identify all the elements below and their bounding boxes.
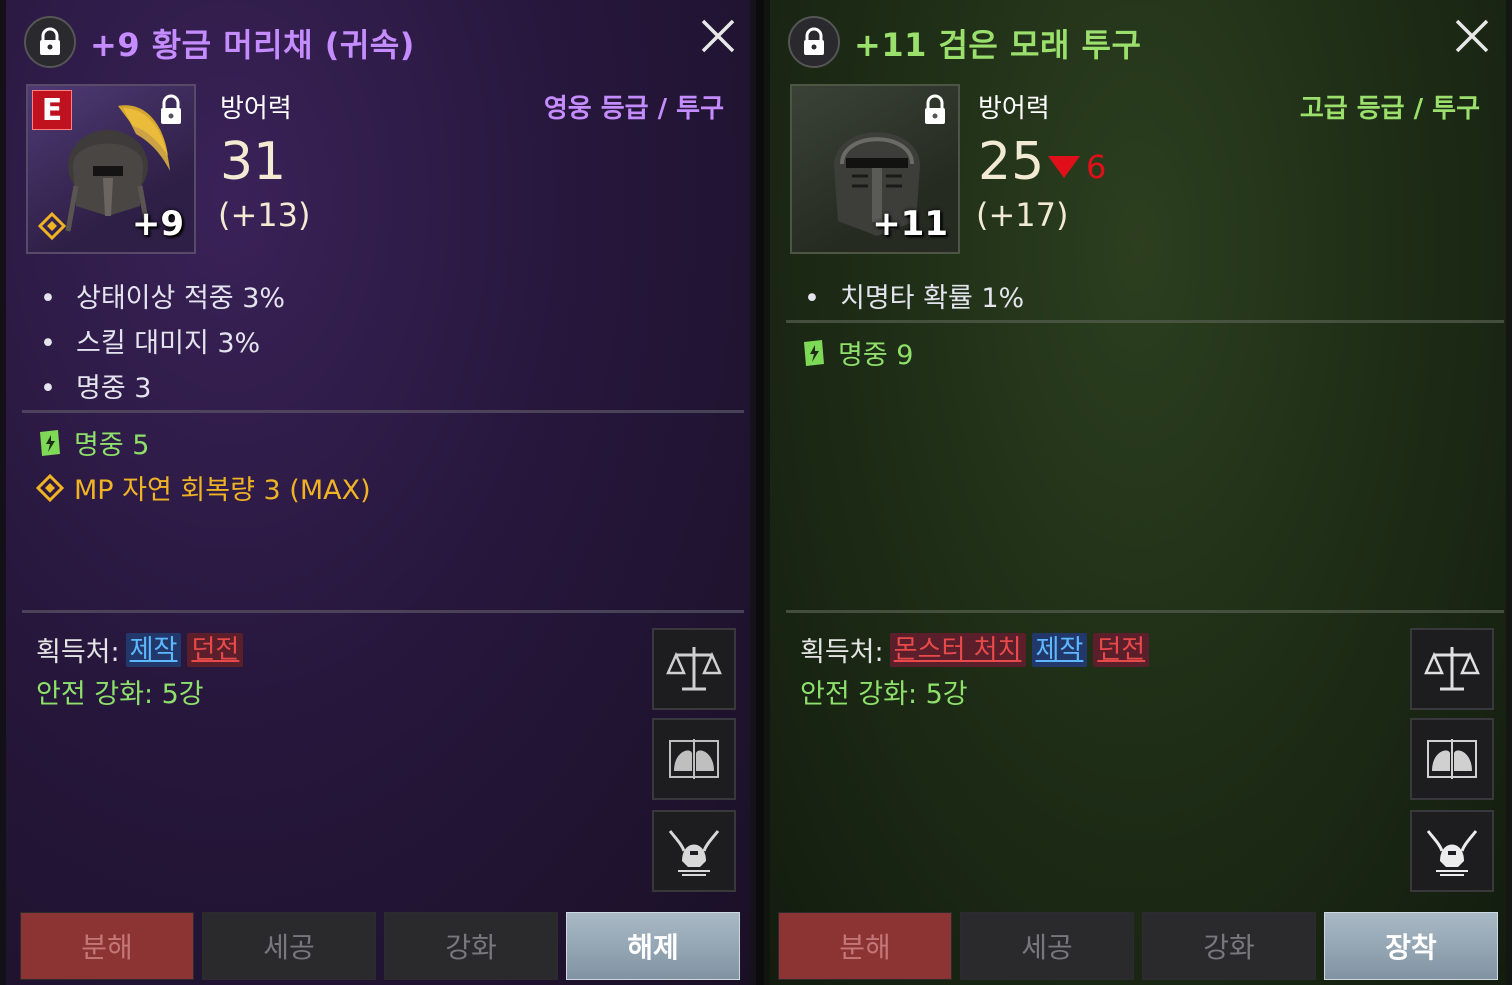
source-tag-craft[interactable]: 제작 xyxy=(125,632,182,667)
compare-stats-button[interactable] xyxy=(1410,628,1494,710)
stat-bonus: (+13) xyxy=(218,196,311,234)
base-options-list: 치명타 확률 1% xyxy=(804,276,1024,321)
base-options-list: 상태이상 적중 3% 스킬 대미지 3% 명중 3 xyxy=(40,276,285,411)
lock-icon xyxy=(161,94,181,124)
close-icon xyxy=(701,19,735,53)
stat-value: 31 xyxy=(220,132,287,192)
gold-diamond-icon xyxy=(38,212,66,240)
scale-icon xyxy=(1424,647,1480,691)
special-option: 명중 9 xyxy=(800,330,913,375)
item-icon-slot[interactable]: +11 xyxy=(790,84,960,254)
scale-icon xyxy=(666,647,722,691)
source-tag-dungeon[interactable]: 던전 xyxy=(187,632,244,667)
item-tooltip-right: +11 검은 모래 투구 +11 방어력 고급 등급 / 투구 25 6 (+1… xyxy=(764,0,1512,985)
enhance-level: +9 xyxy=(131,204,184,244)
item-icon-slot[interactable]: E +9 xyxy=(26,84,196,254)
option-item: 치명타 확률 1% xyxy=(804,276,1024,321)
item-title: +9 황금 머리채 (귀속) xyxy=(90,26,415,64)
green-card-icon xyxy=(804,339,824,366)
action-bar: 분해 세공 강화 해제 xyxy=(20,912,740,980)
dismantle-button[interactable]: 분해 xyxy=(20,912,194,980)
special-option-text: MP 자연 회복량 3 (MAX) xyxy=(74,475,371,506)
option-item: 스킬 대미지 3% xyxy=(40,321,285,366)
grade-label: 영웅 등급 / 투구 xyxy=(543,94,724,124)
acquisition-sources: 획득처: 제작 던전 xyxy=(36,630,244,669)
appearance-button[interactable] xyxy=(1410,810,1494,892)
grade-label: 고급 등급 / 투구 xyxy=(1299,94,1480,124)
special-option: MP 자연 회복량 3 (MAX) xyxy=(36,465,371,510)
close-button[interactable] xyxy=(1452,16,1492,56)
compare-items-button[interactable] xyxy=(652,718,736,800)
divider xyxy=(22,610,744,613)
source-tag-monster[interactable]: 몬스터 처치 xyxy=(889,632,1026,667)
close-button[interactable] xyxy=(698,16,738,56)
winged-helmet-icon xyxy=(1426,830,1478,876)
stat-delta: 6 xyxy=(1048,148,1106,186)
equip-button[interactable]: 장착 xyxy=(1324,912,1498,980)
decrease-arrow-icon xyxy=(1048,156,1080,178)
item-tooltip-left: +9 황금 머리채 (귀속) E +9 방어력 영웅 등급 / 투구 31 (+… xyxy=(0,0,756,985)
action-bar: 분해 세공 강화 장착 xyxy=(778,912,1498,980)
bind-lock-button[interactable] xyxy=(788,16,840,68)
special-option-text: 명중 9 xyxy=(838,340,914,371)
source-tag-dungeon[interactable]: 던전 xyxy=(1093,632,1150,667)
appearance-button[interactable] xyxy=(652,810,736,892)
gold-diamond-icon xyxy=(36,473,64,502)
enhance-button[interactable]: 강화 xyxy=(1142,912,1316,980)
close-icon xyxy=(1455,19,1489,53)
divider xyxy=(786,320,1504,323)
compare-helmets-icon xyxy=(1427,739,1477,779)
enhance-level: +11 xyxy=(872,204,948,244)
unequip-button[interactable]: 해제 xyxy=(566,912,740,980)
source-tag-craft[interactable]: 제작 xyxy=(1031,632,1088,667)
dismantle-button[interactable]: 분해 xyxy=(778,912,952,980)
option-item: 명중 3 xyxy=(40,366,285,411)
divider xyxy=(22,410,744,413)
source-label: 획득처: xyxy=(800,637,884,668)
item-title: +11 검은 모래 투구 xyxy=(854,26,1142,64)
special-option-text: 명중 5 xyxy=(74,430,150,461)
acquisition-sources: 획득처: 몬스터 처치 제작 던전 xyxy=(800,630,1150,669)
enhance-button[interactable]: 강화 xyxy=(384,912,558,980)
stat-bonus: (+17) xyxy=(976,196,1069,234)
stat-label: 방어력 xyxy=(220,94,292,124)
safe-enhance-info: 안전 강화: 5강 xyxy=(36,679,204,710)
compare-items-button[interactable] xyxy=(1410,718,1494,800)
green-card-icon xyxy=(40,429,60,456)
refine-button[interactable]: 세공 xyxy=(960,912,1134,980)
bind-lock-button[interactable] xyxy=(24,16,76,68)
lock-icon xyxy=(804,27,824,55)
source-label: 획득처: xyxy=(36,637,120,668)
lock-icon xyxy=(40,27,60,55)
divider xyxy=(786,610,1504,613)
safe-enhance-info: 안전 강화: 5강 xyxy=(800,679,968,710)
refine-button[interactable]: 세공 xyxy=(202,912,376,980)
compare-helmets-icon xyxy=(669,739,719,779)
winged-helmet-icon xyxy=(668,830,720,876)
stat-label: 방어력 xyxy=(978,94,1050,124)
exclusive-badge: E xyxy=(32,90,72,130)
stat-value: 25 xyxy=(978,132,1045,192)
special-option: 명중 5 xyxy=(36,420,149,465)
option-item: 상태이상 적중 3% xyxy=(40,276,285,321)
lock-icon xyxy=(925,94,945,124)
stat-delta-value: 6 xyxy=(1086,148,1107,186)
compare-stats-button[interactable] xyxy=(652,628,736,710)
